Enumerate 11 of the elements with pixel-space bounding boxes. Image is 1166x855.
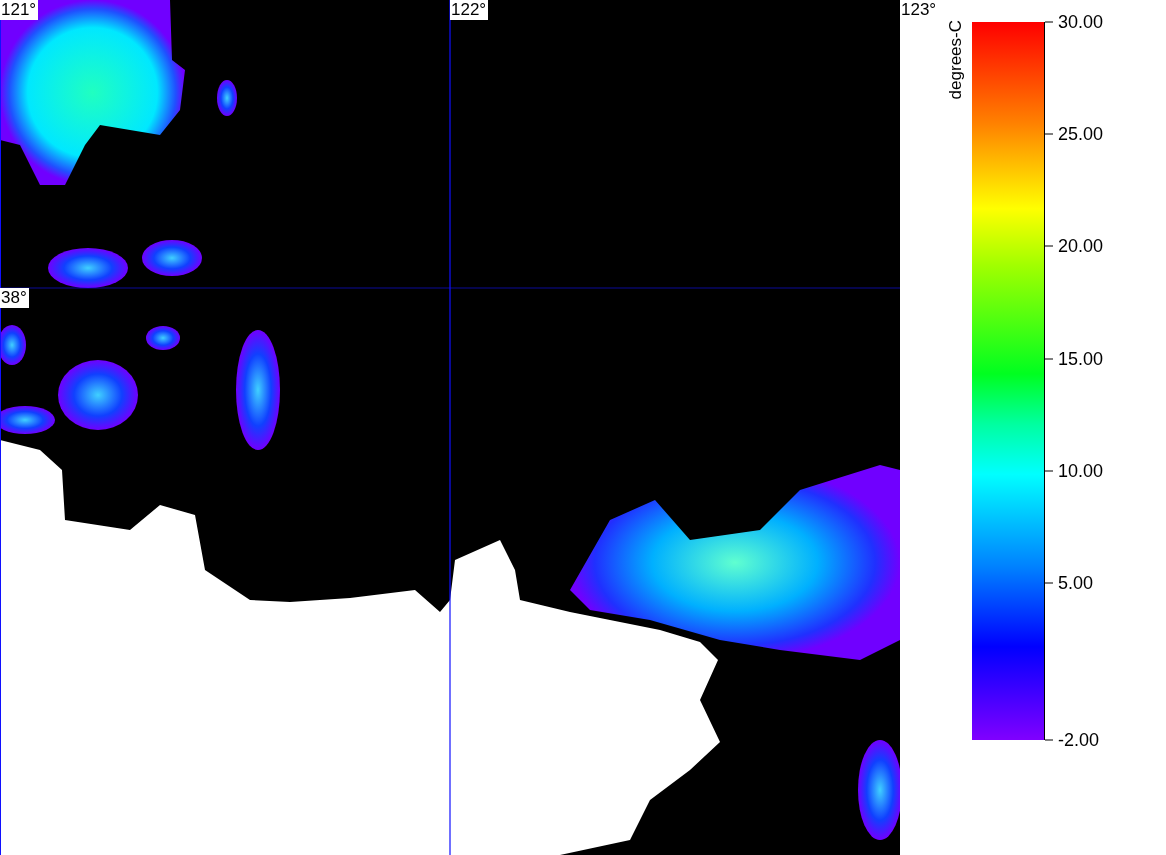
tick-label: 25.00 — [1058, 123, 1104, 145]
tick-label: 15.00 — [1058, 348, 1104, 370]
colorbar-title: degrees-C — [946, 20, 966, 100]
longitude-label: 121° — [0, 0, 39, 20]
tick-label: 30.00 — [1058, 11, 1104, 33]
tick-label: 5.00 — [1058, 572, 1094, 594]
tick-label: -2.00 — [1058, 729, 1100, 751]
tick-label: 20.00 — [1058, 235, 1104, 257]
longitude-label: 122° — [450, 0, 489, 20]
latitude-label: 38° — [0, 288, 29, 308]
tick-label: 10.00 — [1058, 460, 1104, 482]
